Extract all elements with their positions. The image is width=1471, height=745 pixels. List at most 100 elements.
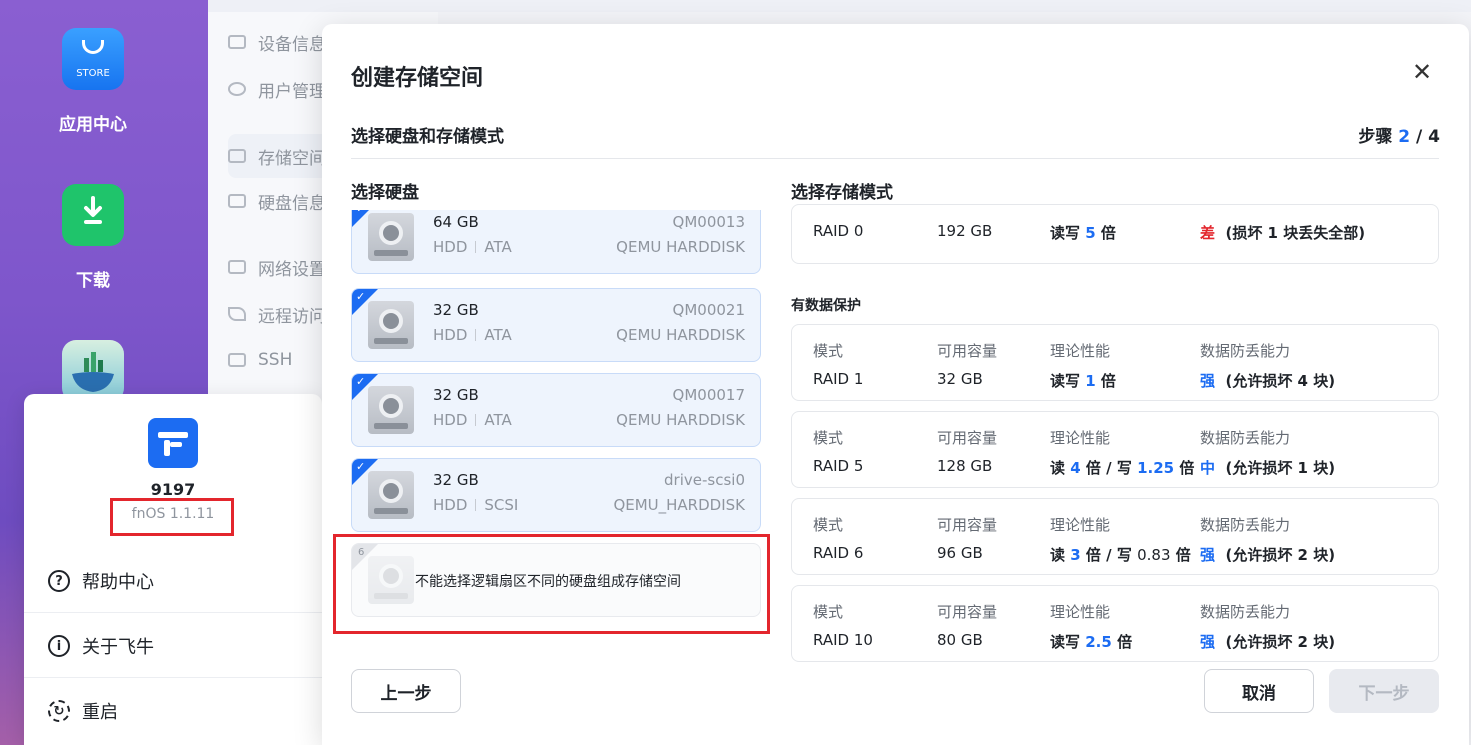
app-center-label: 应用中心 [59,115,127,135]
col-header-safety: 数据防丢能力 [1200,516,1291,534]
app-center-shortcut[interactable]: STORE 应用中心 [0,28,186,135]
check-icon: ✓ [356,460,366,473]
check-icon: ✓ [356,290,366,303]
menu-divider [24,677,322,678]
disk-meta: HDD SCSI [433,496,519,514]
download-icon [62,184,124,246]
settings-titlebar [208,0,1471,12]
mode-section-title: 选择存储模式 [791,183,893,203]
raid-option-raid1[interactable]: 模式 可用容量 理论性能 数据防丢能力 RAID 1 32 GB 读写 1 倍 … [791,324,1439,401]
send-icon [228,307,246,321]
raid-mode: RAID 10 [813,631,873,649]
disk-meta: HDD ATA [433,238,512,256]
fnos-logo-icon [148,418,198,468]
col-header-capacity: 可用容量 [937,342,998,360]
col-header-perf: 理论性能 [1050,342,1111,360]
restart-icon: ↻ [48,700,70,722]
disk-size: 32 GB [433,301,479,319]
raid-option-raid0[interactable]: RAID 0 192 GB 读写 5 倍 差 (损坏 1 块丢失全部) [791,204,1439,264]
disk-card[interactable]: ✓ 32 GB HDD ATA QM00017 QEMU HARDDISK [351,373,761,447]
store-icon: STORE [62,28,124,90]
raid-performance: 读 4 倍 / 写 1.25 倍 [1050,459,1195,477]
disk-model: QEMU HARDDISK [616,326,745,344]
hdd-icon [368,301,414,349]
col-header-perf: 理论性能 [1050,429,1111,447]
raid-mode: RAID 1 [813,370,864,388]
col-header-mode: 模式 [813,516,844,534]
menu-restart[interactable]: ↻ 重启 [24,679,322,743]
user-icon [228,82,246,96]
hdd-icon [368,386,414,434]
device-icon [228,35,246,49]
disk-serial: QM00013 [672,213,745,231]
raid-capacity: 128 GB [937,457,993,475]
hdd-icon [368,213,414,261]
disk-size: 32 GB [433,386,479,404]
protected-group-label: 有数据保护 [791,298,861,314]
menu-divider [24,612,322,613]
system-menu: 9197 fnOS 1.1.11 ? 帮助中心 i 关于飞牛 ↻ 重启 [24,394,322,745]
disk-size: 32 GB [433,471,479,489]
raid-capacity: 192 GB [937,222,993,240]
col-header-safety: 数据防丢能力 [1200,342,1291,360]
col-header-capacity: 可用容量 [937,603,998,621]
version-highlight-box [110,498,234,536]
download-shortcut[interactable]: 下载 [0,184,186,291]
raid-option-raid6[interactable]: 模式 可用容量 理论性能 数据防丢能力 RAID 6 96 GB 读 3 倍 /… [791,498,1439,575]
dialog-subtitle: 选择硬盘和存储模式 [351,127,504,147]
disk-serial: drive-scsi0 [664,471,745,489]
cancel-button[interactable]: 取消 [1204,669,1314,713]
raid-mode: RAID 6 [813,544,864,562]
menu-about[interactable]: i 关于飞牛 [24,614,322,678]
disk-model: QEMU HARDDISK [616,238,745,256]
disk-model: QEMU HARDDISK [616,411,745,429]
raid-safety: 强 (允许损坏 4 块) [1200,372,1336,390]
col-header-mode: 模式 [813,603,844,621]
col-header-safety: 数据防丢能力 [1200,429,1291,447]
terminal-icon [228,353,246,367]
col-header-mode: 模式 [813,429,844,447]
raid-performance: 读写 2.5 倍 [1050,633,1133,651]
raid-safety: 差 (损坏 1 块丢失全部) [1200,224,1366,242]
disk-meta: HDD ATA [433,326,512,344]
whale-icon [62,340,124,402]
raid-capacity: 80 GB [937,631,983,649]
col-header-mode: 模式 [813,342,844,360]
check-icon: ✓ [356,375,366,388]
step-indicator: 步骤 2 / 4 [1358,127,1440,147]
disk-card[interactable]: ✓ 32 GB HDD ATA QM00021 QEMU HARDDISK [351,288,761,362]
disk-card[interactable]: ✓ 32 GB HDD SCSI drive-scsi0 QEMU_HARDDIS… [351,458,761,532]
close-icon[interactable]: ✕ [1410,60,1434,84]
disk-card[interactable]: ✓ 64 GB HDDATA QM00013 QEMU HARDDISK [351,210,761,274]
dialog-title: 创建存储空间 [351,66,484,91]
raid-option-raid10[interactable]: 模式 可用容量 理论性能 数据防丢能力 RAID 10 80 GB 读写 2.5… [791,585,1439,662]
raid-option-raid5[interactable]: 模式 可用容量 理论性能 数据防丢能力 RAID 5 128 GB 读 4 倍 … [791,411,1439,488]
raid-mode-list: RAID 0 192 GB 读写 5 倍 差 (损坏 1 块丢失全部) 有数据保… [791,204,1439,662]
raid-safety: 强 (允许损坏 2 块) [1200,633,1336,651]
raid-capacity: 96 GB [937,544,983,562]
disk-serial: QM00021 [672,301,745,319]
raid-performance: 读 3 倍 / 写 0.83 倍 [1050,546,1191,564]
check-icon: ✓ [356,210,365,215]
col-header-capacity: 可用容量 [937,516,998,534]
raid-capacity: 32 GB [937,370,983,388]
raid-safety: 强 (允许损坏 2 块) [1200,546,1336,564]
raid-performance: 读写 5 倍 [1050,224,1116,242]
raid-safety: 中 (允许损坏 1 块) [1200,459,1336,477]
raid-mode: RAID 5 [813,457,864,475]
create-storage-dialog: 创建存储空间 ✕ 选择硬盘和存储模式 步骤 2 / 4 选择硬盘 选择存储模式 … [322,24,1469,745]
error-highlight-box [333,534,770,634]
storage-icon [228,149,246,163]
disk-size: 64 GB [433,213,479,231]
info-icon: i [48,635,70,657]
docker-shortcut[interactable] [0,340,186,402]
col-header-safety: 数据防丢能力 [1200,603,1291,621]
header-divider [351,158,1439,159]
disk-section-title: 选择硬盘 [351,183,419,203]
question-icon: ? [48,570,70,592]
next-step-button[interactable]: 下一步 [1329,669,1439,713]
raid-performance: 读写 1 倍 [1050,372,1116,390]
previous-step-button[interactable]: 上一步 [351,669,461,713]
download-label: 下载 [76,271,110,291]
menu-help-center[interactable]: ? 帮助中心 [24,549,322,613]
